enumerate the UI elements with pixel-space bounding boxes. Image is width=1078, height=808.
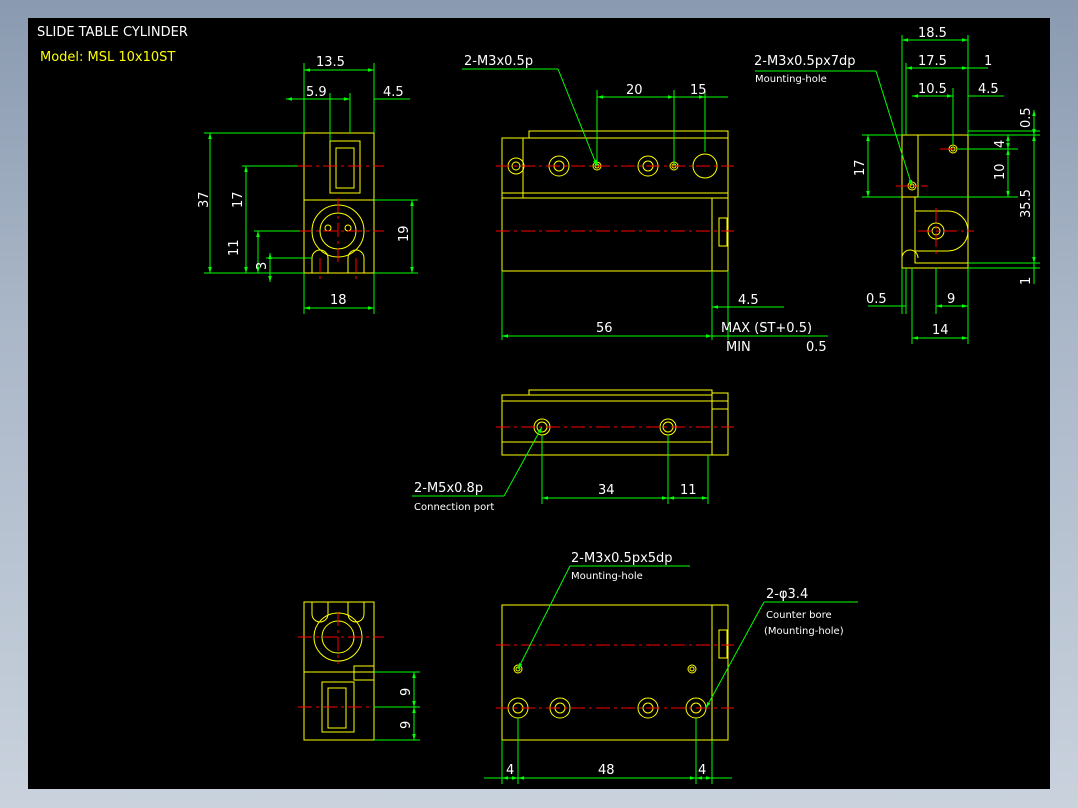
right-view-dim-text: 18.5 17.5 1 10.5 4.5 0.5 4 10 35.5 1 17 … bbox=[754, 26, 1034, 338]
dim-18: 18 bbox=[330, 293, 347, 308]
dim-9-bottom: 9 bbox=[399, 721, 414, 729]
model-label: Model: MSL 10x10ST bbox=[40, 50, 175, 65]
drawing-title: SLIDE TABLE CYLINDER bbox=[37, 25, 188, 40]
dim-4-5-right: 4.5 bbox=[978, 82, 999, 97]
dim-0-5-top: 0.5 bbox=[1019, 107, 1034, 128]
front-callout-m3: 2-M3x0.5p bbox=[464, 54, 533, 69]
front-view-dimensions bbox=[462, 68, 828, 340]
dim-max: MAX (ST+0.5) bbox=[721, 321, 812, 336]
dim-37: 37 bbox=[197, 191, 212, 208]
bottom-left-view bbox=[303, 601, 375, 741]
dim-4-5-left: 4.5 bbox=[383, 85, 404, 100]
front-view bbox=[501, 130, 729, 272]
dim-5-9: 5.9 bbox=[306, 85, 327, 100]
bottom-callout-counterbore: 2-φ3.4 bbox=[766, 587, 808, 602]
dim-1-bottom: 1 bbox=[1019, 277, 1034, 285]
dim-17-right: 17 bbox=[853, 159, 868, 176]
bottom-callout-m3-note: Mounting-hole bbox=[571, 571, 643, 582]
dim-18-5: 18.5 bbox=[918, 26, 947, 41]
bottom-view bbox=[501, 604, 729, 741]
dim-20: 20 bbox=[626, 83, 643, 98]
bottom-view-dim-text: 2-M3x0.5px5dp 2-φ3.4 4 48 4 bbox=[506, 551, 808, 778]
dim-4-left-bottom: 4 bbox=[506, 763, 514, 778]
left-end-view-centerlines bbox=[298, 165, 384, 282]
dim-14: 14 bbox=[932, 323, 949, 338]
dim-3: 3 bbox=[255, 262, 270, 270]
bottom-callout-counterbore-note2: (Mounting-hole) bbox=[764, 626, 844, 637]
bottom-left-view-dim-text: 9 9 bbox=[399, 688, 414, 729]
dim-35-5: 35.5 bbox=[1019, 189, 1034, 218]
side-callout-m5: 2-M5x0.8p bbox=[414, 481, 483, 496]
dim-11: 11 bbox=[227, 239, 242, 256]
dim-11-side: 11 bbox=[680, 483, 697, 498]
dim-1-top: 1 bbox=[984, 54, 992, 69]
drawing-canvas[interactable]: SLIDE TABLE CYLINDER Model: MSL 10x10ST bbox=[28, 18, 1050, 789]
cad-drawing: SLIDE TABLE CYLINDER Model: MSL 10x10ST bbox=[37, 25, 1040, 784]
dim-9-top: 9 bbox=[399, 688, 414, 696]
dim-min: MIN bbox=[726, 340, 751, 355]
dim-48: 48 bbox=[598, 763, 615, 778]
right-view-centerlines bbox=[896, 148, 974, 254]
side-callout-note: Connection port bbox=[414, 502, 494, 513]
front-view-dim-text: 2-M3x0.5p 20 15 4.5 56 MAX (ST+0.5) MIN … bbox=[464, 54, 827, 355]
dim-17-left: 17 bbox=[231, 191, 246, 208]
right-view bbox=[901, 134, 969, 269]
right-callout-m3: 2-M3x0.5px7dp bbox=[754, 54, 856, 69]
dim-19: 19 bbox=[397, 225, 412, 242]
side-view-dim-text: 2-M5x0.8p 34 11 bbox=[414, 481, 697, 498]
dim-4: 4 bbox=[993, 140, 1008, 148]
dim-10: 10 bbox=[993, 163, 1008, 180]
side-view bbox=[501, 389, 729, 456]
bottom-left-view-centerlines bbox=[298, 612, 384, 708]
bottom-callout-m3: 2-M3x0.5px5dp bbox=[571, 551, 673, 566]
dim-9-right: 9 bbox=[947, 292, 955, 307]
dim-34: 34 bbox=[598, 483, 615, 498]
left-end-view bbox=[303, 132, 375, 274]
dim-17-5: 17.5 bbox=[918, 54, 947, 69]
dim-min-val: 0.5 bbox=[806, 340, 827, 355]
dim-0-5-bottom: 0.5 bbox=[866, 292, 887, 307]
dim-4-right-bottom: 4 bbox=[698, 763, 706, 778]
dim-56: 56 bbox=[596, 321, 613, 336]
left-end-view-dimensions bbox=[204, 63, 418, 314]
dim-10-5: 10.5 bbox=[918, 82, 947, 97]
bottom-callout-counterbore-note1: Counter bore bbox=[766, 610, 832, 621]
right-callout-note: Mounting-hole bbox=[755, 74, 827, 85]
dim-13-5: 13.5 bbox=[316, 55, 345, 70]
dim-15: 15 bbox=[690, 83, 707, 98]
dim-4-5-front: 4.5 bbox=[738, 293, 759, 308]
